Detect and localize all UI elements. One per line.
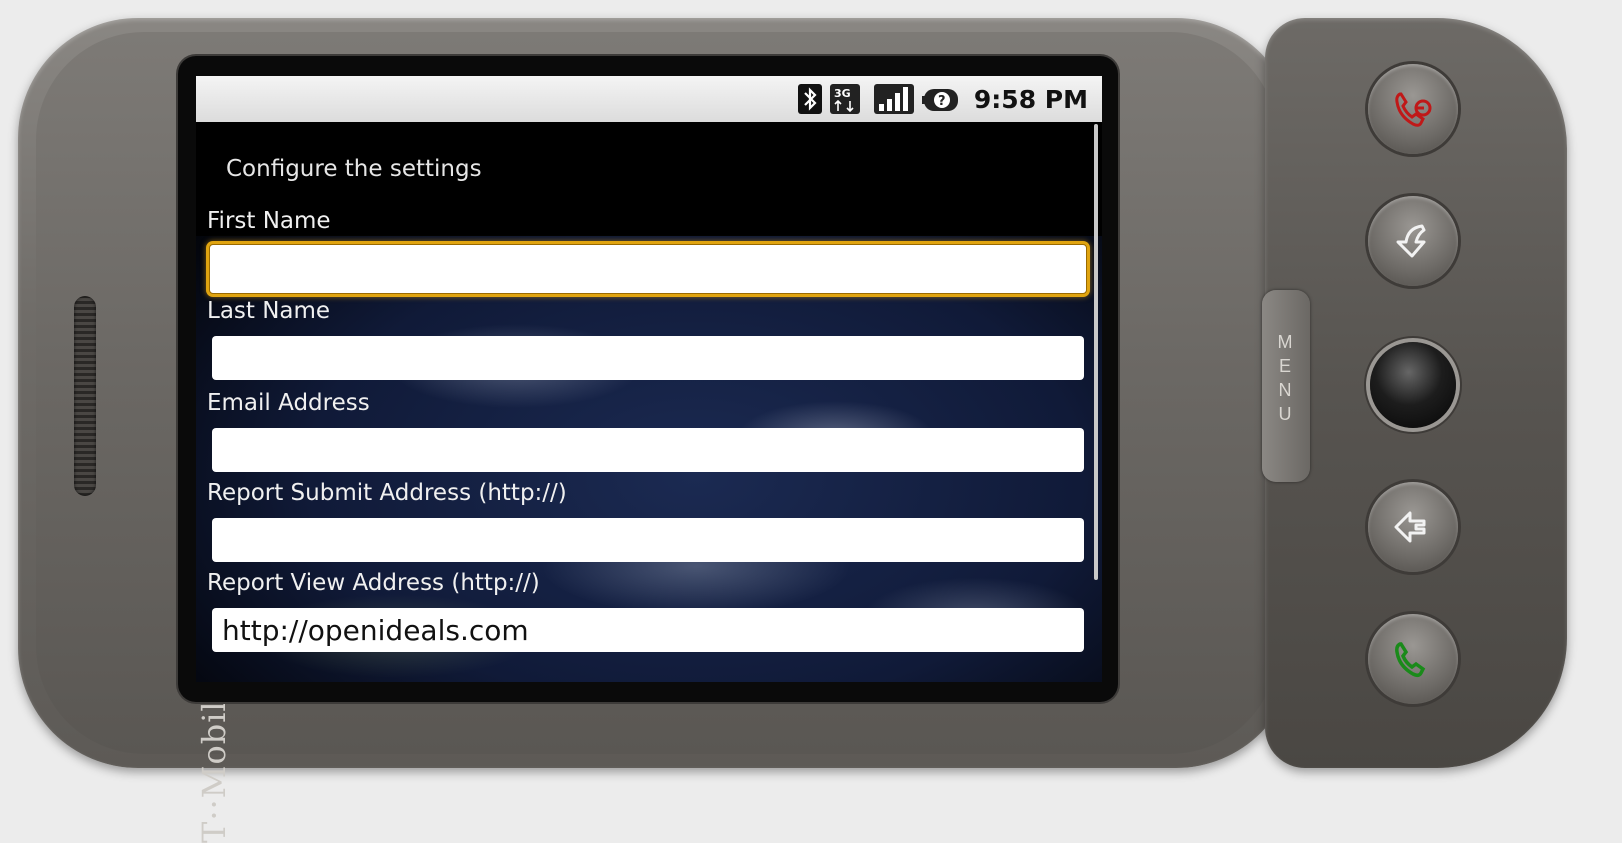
unknown-battery-icon: ?: [921, 84, 960, 114]
signal-strength-icon: [873, 84, 914, 114]
svg-text:3G: 3G: [834, 87, 851, 100]
report-view-address-field[interactable]: [212, 608, 1084, 652]
report-submit-address-field[interactable]: [212, 518, 1084, 562]
speaker-grille: [74, 296, 96, 496]
home-icon: [1396, 224, 1426, 258]
call-button[interactable]: [1368, 614, 1458, 704]
status-time: 9:58 PM: [973, 84, 1088, 114]
report-submit-address-label: Report Submit Address (http://): [207, 480, 567, 506]
settings-form: Configure the settings First Name Last N…: [196, 122, 1092, 682]
call-icon: [1395, 642, 1426, 678]
end-call-icon: [1395, 92, 1432, 127]
email-address-label: Email Address: [207, 390, 370, 416]
svg-text:?: ?: [938, 94, 946, 109]
menu-letter: M: [1277, 332, 1295, 352]
3g-data-icon: 3G: [829, 84, 866, 114]
report-view-address-label: Report View Address (http://): [207, 570, 540, 596]
bluetooth-icon: [797, 84, 822, 114]
email-address-field[interactable]: [212, 428, 1084, 472]
screen: 3G ? 9:58 PM Configure the settings Firs…: [196, 76, 1102, 682]
last-name-field[interactable]: [212, 336, 1084, 380]
scrollbar[interactable]: [1094, 124, 1098, 580]
home-button[interactable]: [1368, 196, 1458, 286]
menu-letter: N: [1278, 380, 1294, 400]
back-button[interactable]: [1368, 482, 1458, 572]
back-icon: [1394, 511, 1426, 543]
first-name-field[interactable]: [209, 244, 1087, 294]
end-call-button[interactable]: [1368, 64, 1458, 154]
menu-label: M E N U: [1271, 330, 1301, 426]
last-name-label: Last Name: [207, 298, 331, 324]
brand-logo: T··Mobile·: [195, 669, 233, 843]
menu-letter: U: [1278, 404, 1294, 424]
page-title: Configure the settings: [226, 156, 482, 182]
menu-letter: E: [1278, 356, 1293, 376]
status-bar[interactable]: 3G ? 9:58 PM: [196, 76, 1102, 122]
first-name-label: First Name: [207, 208, 331, 234]
trackball[interactable]: [1370, 342, 1456, 428]
